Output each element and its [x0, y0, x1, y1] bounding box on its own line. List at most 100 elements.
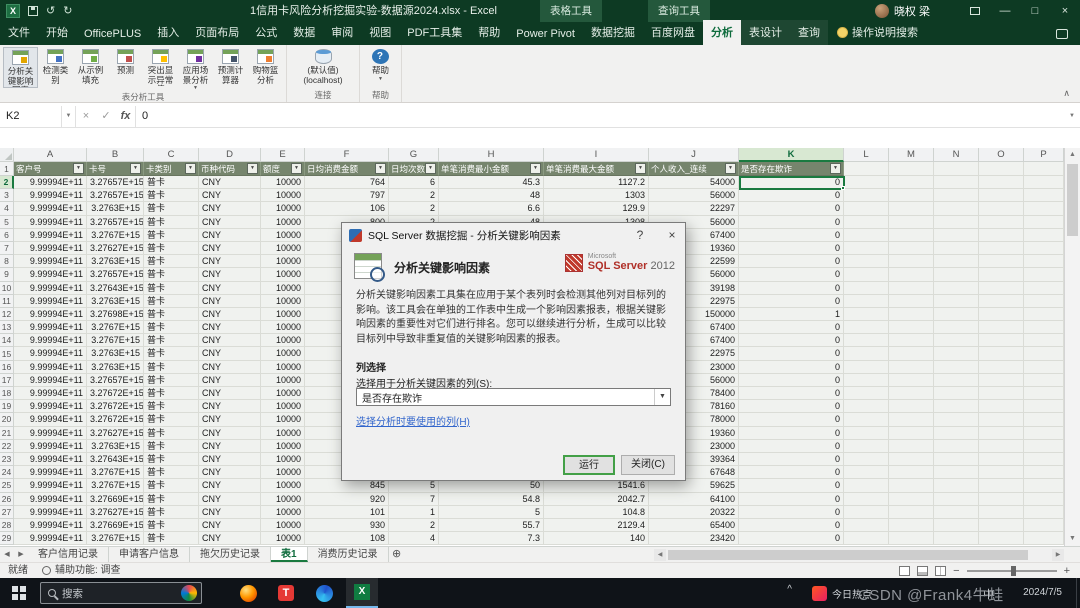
cell[interactable]: 129.9 — [544, 202, 649, 216]
cell[interactable]: 普卡 — [144, 334, 199, 348]
cell[interactable] — [844, 162, 889, 176]
vertical-scrollbar[interactable]: ▲ ▼ — [1064, 148, 1080, 546]
cell[interactable] — [934, 268, 979, 282]
cell[interactable] — [844, 466, 889, 480]
cell[interactable] — [979, 505, 1024, 519]
fill-handle[interactable] — [841, 186, 845, 190]
cell[interactable] — [1024, 439, 1064, 453]
cell[interactable]: 4 — [389, 532, 439, 546]
cell[interactable]: 101 — [305, 505, 389, 519]
row-header[interactable]: 11 — [0, 294, 14, 308]
cell[interactable] — [844, 268, 889, 282]
cell[interactable]: 3.2767E+15 — [87, 479, 144, 493]
cell[interactable] — [889, 373, 934, 387]
cell[interactable]: 3.27672E+15 — [87, 413, 144, 427]
row-header[interactable]: 23 — [0, 452, 14, 467]
row-header[interactable]: 18 — [0, 387, 14, 401]
filter-icon[interactable]: ▼ — [425, 163, 436, 174]
column-header[interactable]: A — [14, 148, 87, 162]
column-header[interactable]: C — [144, 148, 199, 162]
cell[interactable]: 930 — [305, 518, 389, 533]
row-header[interactable]: 29 — [0, 532, 14, 546]
cell[interactable]: 3.27669E+15 — [87, 518, 144, 533]
cell[interactable] — [889, 228, 934, 242]
ribbon-button[interactable]: 检测类别 — [38, 47, 73, 85]
column-header[interactable]: O — [979, 148, 1024, 162]
cell[interactable] — [1024, 215, 1064, 229]
insert-function-icon[interactable]: fx — [116, 106, 136, 127]
cell[interactable] — [934, 294, 979, 308]
cell[interactable] — [844, 505, 889, 519]
cell[interactable] — [1024, 321, 1064, 335]
row-header[interactable]: 9 — [0, 268, 14, 282]
cell[interactable]: 9.99994E+11 — [14, 347, 87, 361]
cell[interactable] — [889, 387, 934, 401]
cell[interactable] — [979, 215, 1024, 229]
ribbon-tab[interactable]: 插入 — [149, 20, 187, 45]
row-header[interactable]: 16 — [0, 360, 14, 374]
add-sheet-button[interactable]: ⊕ — [389, 547, 405, 562]
cell[interactable]: 10000 — [261, 189, 305, 203]
cell[interactable]: 10000 — [261, 518, 305, 533]
cell[interactable]: 普卡 — [144, 176, 199, 190]
cell[interactable] — [934, 492, 979, 506]
cell[interactable]: 10000 — [261, 492, 305, 506]
cell[interactable]: CNY — [199, 439, 261, 453]
cell[interactable] — [1024, 387, 1064, 401]
cell[interactable] — [934, 360, 979, 374]
ribbon-button[interactable]: 应用场景分析 ▼ — [178, 47, 213, 91]
cell[interactable] — [979, 241, 1024, 256]
cell[interactable] — [844, 321, 889, 335]
cell[interactable] — [934, 202, 979, 216]
taskbar-app-t[interactable]: T — [270, 578, 302, 608]
cell[interactable]: 普卡 — [144, 492, 199, 506]
collapse-ribbon-icon[interactable]: ∧ — [1063, 88, 1070, 99]
ribbon-tab[interactable]: 公式 — [247, 20, 285, 45]
cell[interactable]: 2 — [389, 202, 439, 216]
cell[interactable]: CNY — [199, 215, 261, 229]
ribbon-button[interactable]: 分析关键影响因素 — [3, 47, 38, 88]
cell[interactable]: 0 — [739, 241, 844, 256]
cell[interactable] — [1024, 228, 1064, 242]
cell[interactable]: 9.99994E+11 — [14, 492, 87, 506]
enter-icon[interactable]: ✓ — [96, 106, 116, 127]
column-header[interactable]: B — [87, 148, 144, 162]
cell[interactable]: 3.27657E+15 — [87, 215, 144, 229]
cell[interactable] — [889, 321, 934, 335]
cell[interactable]: 10000 — [261, 215, 305, 229]
cell[interactable] — [889, 176, 934, 190]
cell[interactable] — [1024, 268, 1064, 282]
row-header[interactable]: 6 — [0, 228, 14, 242]
cell[interactable]: 10000 — [261, 532, 305, 546]
cell[interactable]: 普卡 — [144, 413, 199, 427]
cell[interactable] — [1024, 518, 1064, 533]
ribbon-button[interactable]: 从示例填充 — [73, 47, 108, 85]
cell[interactable] — [979, 294, 1024, 308]
row-header[interactable]: 25 — [0, 479, 14, 493]
cell[interactable] — [979, 334, 1024, 348]
dialog-help-button[interactable]: ? — [627, 223, 653, 247]
filter-icon[interactable]: ▼ — [73, 163, 84, 174]
dialog-close-button[interactable]: × — [659, 223, 685, 247]
cell[interactable] — [934, 400, 979, 414]
cell[interactable]: CNY — [199, 202, 261, 216]
cell[interactable]: 普卡 — [144, 255, 199, 269]
cell[interactable]: 3.27627E+15 — [87, 426, 144, 440]
target-column-select[interactable]: 是否存在欺诈 ▼ — [356, 388, 671, 406]
column-header[interactable]: F — [305, 148, 389, 162]
close-dialog-button[interactable]: 关闭(C) — [621, 455, 675, 475]
cell[interactable]: 10000 — [261, 360, 305, 374]
cell[interactable] — [844, 426, 889, 440]
taskbar-app-excel[interactable]: X — [346, 578, 378, 608]
row-header[interactable]: 12 — [0, 307, 14, 322]
cell[interactable] — [844, 532, 889, 546]
cell[interactable]: 3.2767E+15 — [87, 466, 144, 480]
cell[interactable]: 23420 — [649, 532, 739, 546]
table-header-cell[interactable]: 个人收入_连续 ▼ — [649, 162, 739, 176]
cell[interactable]: 3.27657E+15 — [87, 176, 144, 190]
cell[interactable] — [1024, 373, 1064, 387]
ribbon-tab[interactable]: 开始 — [38, 20, 76, 45]
cell[interactable] — [1024, 294, 1064, 308]
scrollbar-up-icon[interactable]: ▲ — [1065, 148, 1080, 162]
cell[interactable] — [979, 189, 1024, 203]
